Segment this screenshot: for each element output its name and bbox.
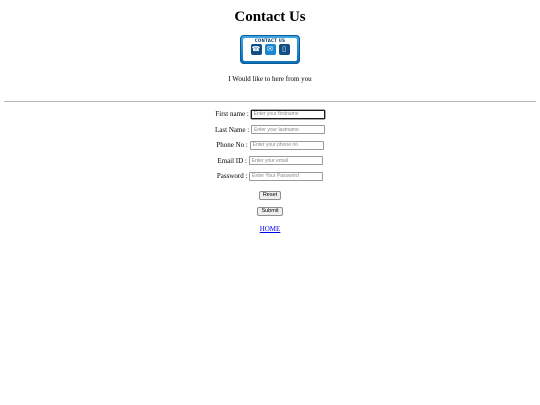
page-subtitle: I Would like to here from you (228, 75, 312, 83)
logo-icons: ☎ ✉ ▯ (240, 44, 300, 55)
first-name-label: First name : (215, 110, 249, 119)
home-row: HOME (0, 218, 540, 233)
contact-us-logo: CONTACT US ☎ ✉ ▯ (240, 35, 300, 64)
email-input[interactable] (248, 156, 323, 166)
email-label: Email ID : (217, 156, 247, 165)
phone-input[interactable] (249, 140, 324, 150)
password-label: Password : (216, 172, 248, 181)
reset-button[interactable]: Reset (258, 191, 282, 201)
logo-text: CONTACT US (254, 38, 286, 43)
phone-row: Phone No : (0, 140, 540, 150)
mobile-icon: ▯ (278, 44, 290, 55)
logo-wrap: CONTACT US ☎ ✉ ▯ (0, 35, 540, 65)
contact-page: Contact Us CONTACT US ☎ ✉ ▯ I Would like… (0, 0, 540, 233)
contact-form: First name : Last Name : Phone No : Emai… (0, 109, 540, 233)
email-row: Email ID : (0, 156, 540, 166)
mail-icon: ✉ (264, 44, 276, 55)
divider (4, 101, 536, 102)
phone-label: Phone No : (216, 141, 248, 150)
last-name-label: Last Name : (215, 125, 250, 134)
phone-icon: ☎ (250, 44, 262, 55)
password-input[interactable] (249, 171, 324, 181)
last-name-input[interactable] (250, 125, 325, 135)
reset-row: Reset (0, 187, 540, 201)
first-name-input[interactable] (250, 109, 325, 119)
first-name-row: First name : (0, 109, 540, 119)
password-row: Password : (0, 171, 540, 181)
last-name-row: Last Name : (0, 125, 540, 135)
submit-button[interactable]: Submit (257, 206, 283, 216)
home-link[interactable]: HOME (260, 224, 281, 234)
submit-row: Submit (0, 202, 540, 216)
page-title: Contact Us (234, 9, 306, 25)
